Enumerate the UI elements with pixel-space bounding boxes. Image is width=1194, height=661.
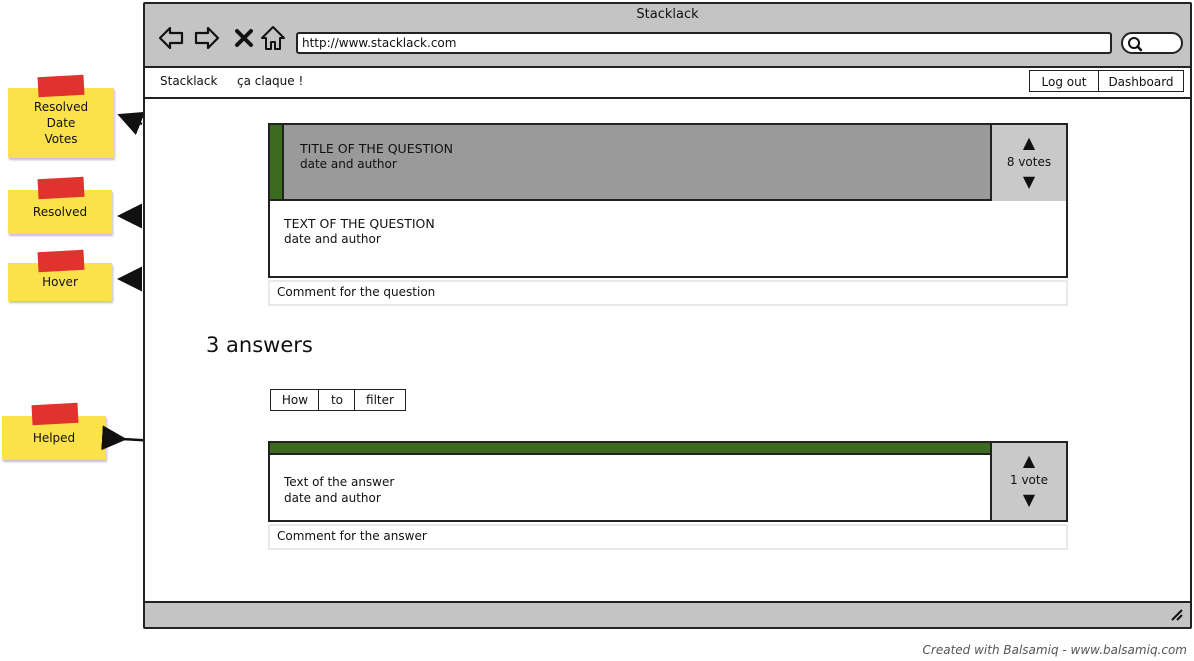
back-arrow-icon[interactable] — [157, 24, 185, 52]
forward-arrow-icon[interactable] — [193, 24, 221, 52]
question-header-hover[interactable]: TITLE OF THE QUESTION date and author — [270, 125, 992, 201]
arrow-resolved-date-votes — [117, 111, 146, 136]
question-votes: ▲ 8 votes ▼ — [990, 125, 1066, 201]
question-title[interactable]: TITLE OF THE QUESTION — [300, 141, 453, 156]
answer-text: Text of the answer — [284, 475, 395, 489]
question-comment: Comment for the question — [268, 280, 1068, 306]
resolved-indicator — [270, 125, 284, 199]
vote-count: 1 vote — [1010, 473, 1048, 487]
downvote-icon[interactable]: ▼ — [992, 492, 1066, 508]
brand-link[interactable]: Stacklack — [160, 74, 217, 88]
resize-grip-icon[interactable] — [1170, 608, 1184, 622]
search-icon — [1128, 37, 1143, 52]
filter-button-to[interactable]: to — [318, 389, 356, 411]
tagline: ça claque ! — [237, 74, 304, 88]
filter-button-how[interactable]: How — [270, 389, 320, 411]
app-header: Stacklack ça claque ! Log out Dashboard — [145, 67, 1190, 99]
answer-comment: Comment for the answer — [268, 524, 1068, 550]
window-title: Stacklack — [636, 7, 699, 22]
dashboard-button[interactable]: Dashboard — [1098, 70, 1184, 92]
filter-button-group: How to filter — [270, 389, 408, 411]
upvote-icon[interactable]: ▲ — [992, 453, 1066, 469]
answers-heading: 3 answers — [206, 333, 313, 357]
logout-button[interactable]: Log out — [1029, 70, 1099, 92]
question-text-meta: date and author — [284, 232, 381, 246]
browser-window: Stacklack http://www.stacklack.com Stack… — [143, 2, 1192, 629]
question-card: TITLE OF THE QUESTION date and author ▲ … — [268, 123, 1068, 278]
filter-button-filter[interactable]: filter — [354, 389, 406, 411]
url-bar[interactable]: http://www.stacklack.com — [296, 32, 1112, 54]
vote-count: 8 votes — [1006, 155, 1052, 169]
browser-search-field[interactable] — [1121, 32, 1183, 54]
browser-titlebar: Stacklack http://www.stacklack.com — [145, 4, 1190, 68]
stop-x-icon[interactable] — [233, 24, 255, 52]
helped-indicator — [270, 443, 990, 455]
question-title-meta: date and author — [300, 157, 397, 171]
answer-meta: date and author — [284, 491, 381, 505]
answer-card: Text of the answer date and author ▲ 1 v… — [268, 441, 1068, 522]
browser-statusbar — [145, 601, 1190, 627]
question-text: TEXT OF THE QUESTION — [284, 216, 435, 231]
upvote-icon[interactable]: ▲ — [992, 135, 1066, 151]
downvote-icon[interactable]: ▼ — [992, 174, 1066, 190]
home-icon[interactable] — [259, 24, 287, 52]
balsamiq-footer: Created with Balsamiq - www.balsamiq.com — [922, 643, 1187, 657]
answer-votes: ▲ 1 vote ▼ — [990, 443, 1066, 520]
